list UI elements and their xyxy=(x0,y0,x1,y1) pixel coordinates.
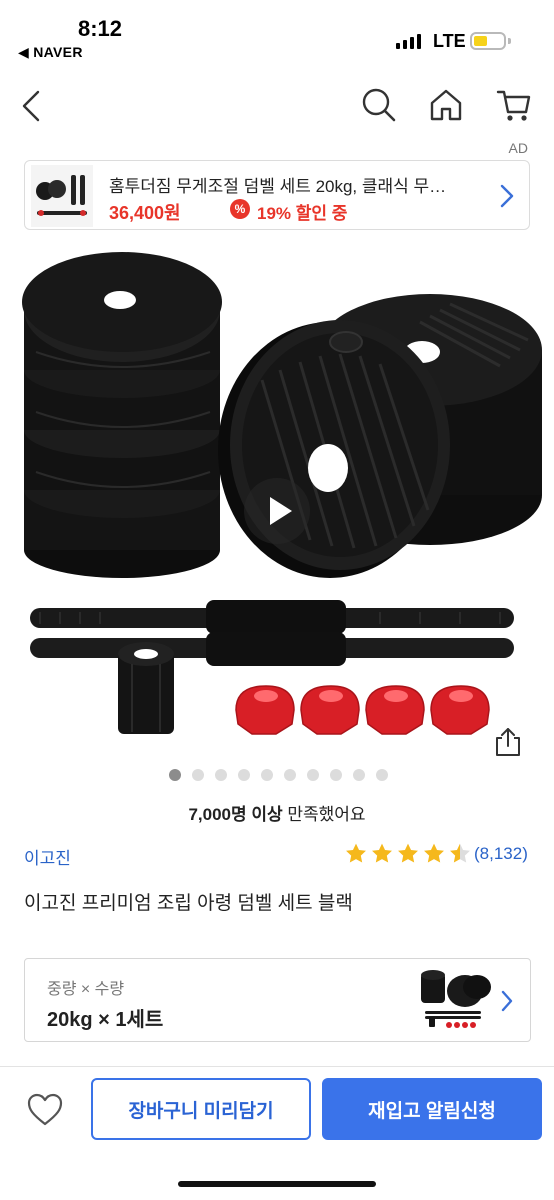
signal-icon xyxy=(396,34,421,49)
add-to-cart-button[interactable]: 장바구니 미리담기 xyxy=(91,1078,311,1140)
ad-banner[interactable]: 홈투더짐 무게조절 덤벨 세트 20kg, 클래식 무… 36,400원 % 1… xyxy=(24,160,530,230)
home-icon[interactable] xyxy=(428,86,464,124)
shopping-cart-icon[interactable] xyxy=(496,86,532,124)
carousel-dot[interactable] xyxy=(261,769,273,781)
carousel-dot[interactable] xyxy=(353,769,365,781)
carousel-dot[interactable] xyxy=(238,769,250,781)
ad-title: 홈투더짐 무게조절 덤벨 세트 20kg, 클래식 무… xyxy=(109,177,447,196)
option-thumbnail xyxy=(421,970,491,1028)
ad-product-thumbnail xyxy=(31,165,93,227)
chevron-right-icon xyxy=(500,184,514,208)
chevron-left-icon[interactable] xyxy=(18,88,46,124)
carousel-dot[interactable] xyxy=(307,769,319,781)
review-count[interactable]: (8,132) xyxy=(474,844,528,864)
product-title: 이고진 프리미엄 조립 아령 덤벨 세트 블랙 xyxy=(24,893,353,914)
video-play-button[interactable] xyxy=(244,478,310,544)
option-label: 중량 × 수량 xyxy=(47,981,125,998)
status-bar: 8:12 ◀ NAVER LTE xyxy=(0,0,554,64)
carousel-dot[interactable] xyxy=(169,769,181,781)
play-icon xyxy=(270,497,292,525)
satisfaction-text: 7,000명 이상 만족했어요 xyxy=(0,800,554,825)
brand-link[interactable]: 이고진 xyxy=(24,844,71,869)
ad-price: 36,400원 xyxy=(109,203,181,223)
option-value: 20kg × 1세트 xyxy=(47,1009,164,1031)
rating-stars[interactable] xyxy=(344,842,472,864)
network-label: LTE xyxy=(433,31,466,51)
heart-icon[interactable] xyxy=(26,1092,64,1128)
carousel-dot[interactable] xyxy=(376,769,388,781)
image-carousel-indicator xyxy=(169,769,388,781)
battery-icon xyxy=(470,32,506,50)
ad-label: AD xyxy=(508,140,528,156)
home-indicator xyxy=(178,1181,376,1187)
ad-discount-text: 19% 할인 중 xyxy=(257,204,348,223)
restock-alert-button[interactable]: 재입고 알림신청 xyxy=(322,1078,542,1140)
satisfaction-label: 만족했어요 xyxy=(282,805,366,824)
carousel-dot[interactable] xyxy=(284,769,296,781)
chevron-right-icon xyxy=(501,990,513,1012)
search-icon[interactable] xyxy=(360,86,396,124)
satisfaction-count: 7,000명 이상 xyxy=(188,805,283,824)
carousel-dot[interactable] xyxy=(192,769,204,781)
star-icon xyxy=(450,843,470,863)
battery-tip xyxy=(508,38,511,44)
star-icon xyxy=(424,843,444,863)
back-to-app-link[interactable]: ◀ NAVER xyxy=(18,44,83,61)
share-icon[interactable] xyxy=(494,726,522,758)
star-icon xyxy=(398,843,418,863)
star-icon xyxy=(372,843,392,863)
star-icon xyxy=(346,843,366,863)
discount-badge-icon: % xyxy=(230,199,250,219)
option-selector[interactable]: 중량 × 수량 20kg × 1세트 xyxy=(24,958,531,1042)
status-time: 8:12 xyxy=(78,16,123,41)
carousel-dot[interactable] xyxy=(215,769,227,781)
carousel-dot[interactable] xyxy=(330,769,342,781)
